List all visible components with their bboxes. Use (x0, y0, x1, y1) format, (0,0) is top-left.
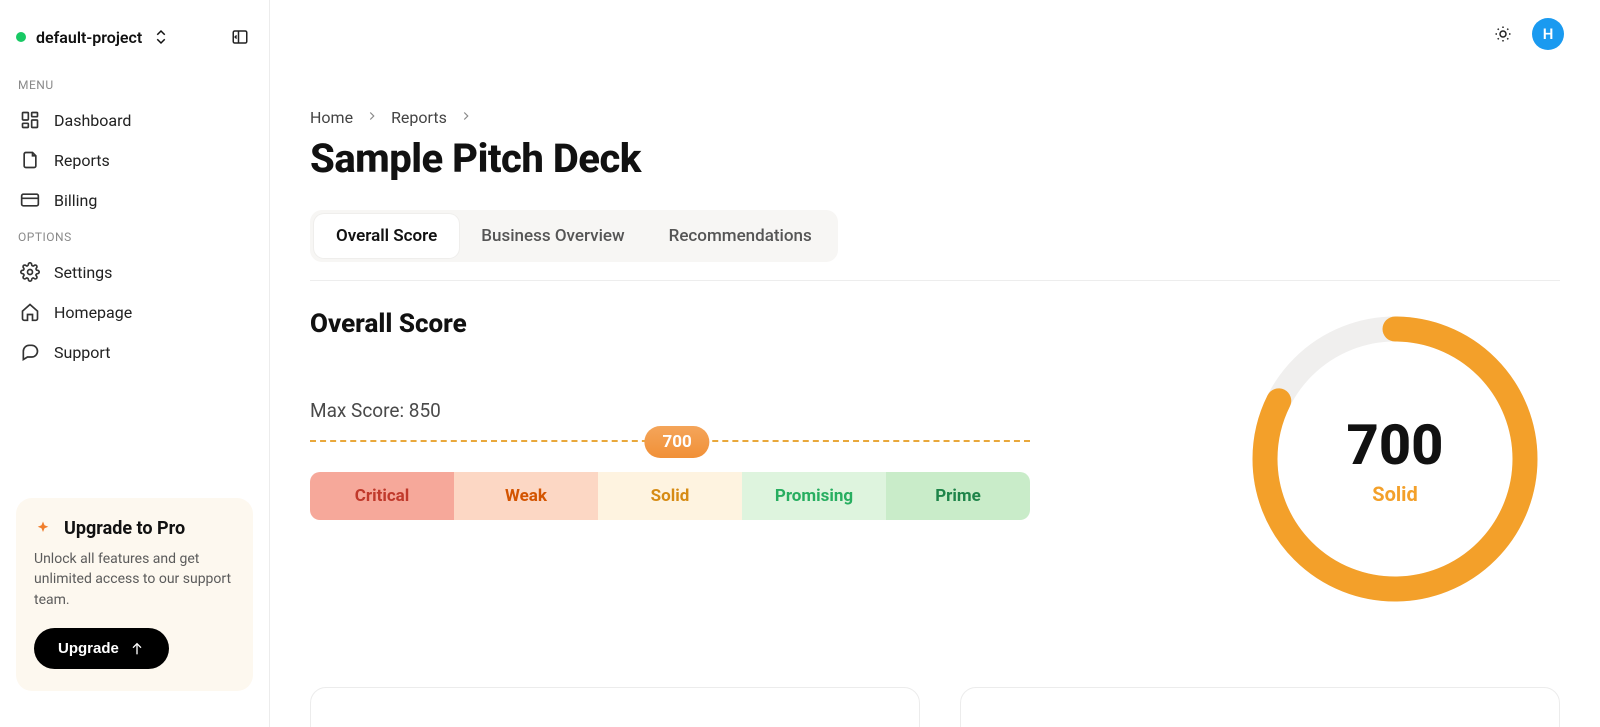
sidebar-item-homepage[interactable]: Homepage (8, 292, 261, 332)
menu-section-label: MENU (0, 68, 269, 100)
upgrade-button-label: Upgrade (58, 640, 119, 657)
options-section-label: OPTIONS (0, 220, 269, 252)
tab-overall-score[interactable]: Overall Score (314, 214, 459, 258)
upgrade-button[interactable]: Upgrade (34, 628, 169, 669)
sidebar-item-billing[interactable]: Billing (8, 180, 261, 220)
tabs: Overall Score Business Overview Recommen… (310, 210, 838, 262)
score-slider: 700 (310, 440, 1030, 442)
panel-left-icon (231, 28, 249, 46)
score-pill: 700 (645, 426, 710, 458)
upgrade-card: Upgrade to Pro Unlock all features and g… (16, 498, 253, 691)
breadcrumb-item-reports[interactable]: Reports (391, 108, 447, 127)
divider (310, 280, 1560, 281)
tab-business-overview[interactable]: Business Overview (459, 214, 646, 258)
upgrade-title: Upgrade to Pro (64, 518, 185, 539)
breadcrumb: Home Reports (310, 108, 1560, 127)
score-gauge: 700 Solid (1245, 309, 1545, 609)
page-title: Sample Pitch Deck (310, 135, 1560, 182)
band-critical: Critical (310, 472, 454, 520)
band-prime: Prime (886, 472, 1030, 520)
sidebar-item-label: Support (54, 343, 110, 362)
breadcrumb-item-home[interactable]: Home (310, 108, 353, 127)
options-nav: Settings Homepage Support (0, 252, 269, 372)
project-name: default-project (36, 28, 142, 47)
menu-nav: Dashboard Reports Billing (0, 100, 269, 220)
sidebar-item-support[interactable]: Support (8, 332, 261, 372)
band-weak: Weak (454, 472, 598, 520)
sparkle-icon (34, 520, 52, 538)
support-icon (20, 342, 40, 362)
sidebar: default-project MENU Dashboard Reports B… (0, 0, 270, 727)
sidebar-item-reports[interactable]: Reports (8, 140, 261, 180)
band-promising: Promising (742, 472, 886, 520)
avatar[interactable]: H (1532, 18, 1564, 50)
arrow-up-icon (129, 641, 145, 657)
chevron-right-icon (365, 108, 379, 127)
chevron-right-icon (459, 108, 473, 127)
sidebar-item-label: Billing (54, 191, 97, 210)
band-solid: Solid (598, 472, 742, 520)
card-placeholder (310, 687, 920, 727)
sun-icon (1494, 25, 1512, 43)
sidebar-item-label: Homepage (54, 303, 132, 322)
main: H Home Reports Sample Pitch Deck Overall… (270, 0, 1600, 727)
gauge-value: 700 (1347, 412, 1444, 478)
theme-toggle-button[interactable] (1490, 21, 1516, 47)
project-selector-row: default-project (0, 16, 269, 68)
card-placeholder (960, 687, 1560, 727)
chevrons-up-down-icon (152, 28, 170, 46)
billing-icon (20, 190, 40, 210)
sidebar-item-label: Settings (54, 263, 112, 282)
reports-icon (20, 150, 40, 170)
sidebar-item-label: Dashboard (54, 111, 131, 130)
chevron-right-icon (459, 109, 473, 123)
score-bands: Critical Weak Solid Promising Prime (310, 472, 1030, 520)
project-selector[interactable]: default-project (16, 28, 170, 47)
score-pill-label: 700 (663, 432, 692, 452)
topbar: H (1490, 18, 1564, 50)
collapse-sidebar-button[interactable] (227, 24, 253, 50)
gauge-label: Solid (1372, 482, 1417, 506)
peek-cards (310, 687, 1560, 727)
sidebar-item-label: Reports (54, 151, 110, 170)
dashboard-icon (20, 110, 40, 130)
gear-icon (20, 262, 40, 282)
home-icon (20, 302, 40, 322)
status-dot-icon (16, 32, 26, 42)
sidebar-item-dashboard[interactable]: Dashboard (8, 100, 261, 140)
upgrade-description: Unlock all features and get unlimited ac… (34, 549, 235, 610)
tab-recommendations[interactable]: Recommendations (647, 214, 834, 258)
avatar-initial: H (1543, 25, 1554, 43)
sidebar-item-settings[interactable]: Settings (8, 252, 261, 292)
section-title: Overall Score (310, 309, 1190, 339)
max-score-label: Max Score: 850 (310, 399, 1190, 422)
